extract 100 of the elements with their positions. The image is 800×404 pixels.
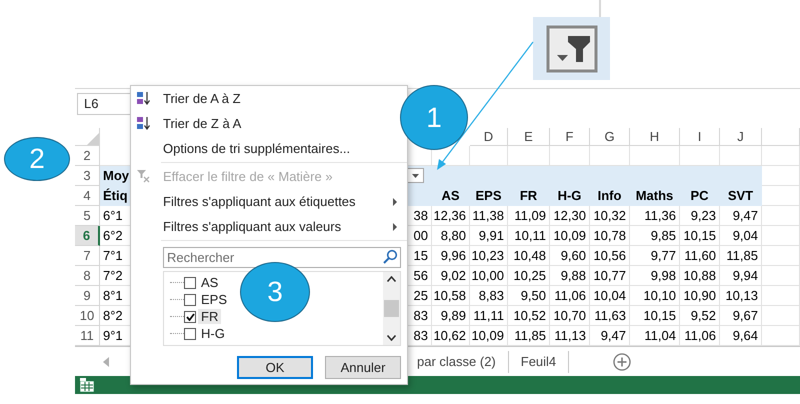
scrollbar-thumb[interactable] [384,300,399,317]
table-cell: Info [590,186,630,206]
table-cell: 10,23 [470,246,508,266]
table-cell: 11,38 [470,206,508,226]
table-cell: 10,48 [508,246,550,266]
table-cell: H-G [550,186,590,206]
menu-item[interactable]: Trier de A à Z [131,86,245,111]
column-header[interactable]: D [470,128,508,146]
row-header[interactable]: 8 [75,266,100,286]
table-cell: 9,60 [550,246,590,266]
table-cell [762,266,800,286]
row-header[interactable]: 3 [75,166,100,186]
table-cell: 10,04 [590,286,630,306]
table-cell [762,286,800,306]
table-cell: 9,04 [720,226,762,246]
submenu-arrow-icon [393,198,397,206]
table-cell: 12,30 [550,206,590,226]
filter-value[interactable]: H-G [198,326,228,341]
table-cell: 9,88 [550,266,590,286]
menu-item[interactable]: Trier de Z à A [131,111,246,136]
table-cell: 8,80 [432,226,470,246]
add-sheet-icon [613,352,632,370]
dialog-button[interactable]: OK [237,356,313,379]
table-cell: 9,91 [470,226,508,246]
row-header[interactable]: 2 [75,146,100,166]
sheet-tab[interactable]: Feuil4 [508,350,570,372]
search-field[interactable]: Rechercher [163,247,401,268]
table-cell: 10,58 [432,286,470,306]
scroll-down-icon [387,335,396,341]
table-cell: AS [432,186,470,206]
row-header[interactable]: 11 [75,326,100,346]
checkbox[interactable] [184,328,196,340]
table-cell: 9,02 [432,266,470,286]
table-cell: 9,52 [680,306,720,326]
table-cell [762,146,800,166]
filter-value[interactable]: EPS [198,292,230,307]
filter-dropdown-button[interactable] [407,168,424,183]
table-cell: 11,36 [630,206,680,226]
table-cell: 10,77 [590,266,630,286]
table-cell: 8,83 [470,286,508,306]
table-cell [762,206,800,226]
scroll-left-icon [103,356,109,366]
table-cell: 11,09 [508,206,550,226]
table-cell: SVT [720,186,762,206]
row-header[interactable]: 4 [75,186,100,206]
column-header[interactable]: I [680,128,720,146]
checkmark-icon [186,312,194,320]
row-header[interactable]: 6 [75,226,100,246]
column-header[interactable]: J [720,128,762,146]
filter-value[interactable]: FR [198,309,222,324]
scroll-up-icon [387,276,396,282]
sort-descending-icon [136,116,150,130]
table-cell: 9,89 [432,306,470,326]
row-header[interactable]: 7 [75,246,100,266]
table-cell: 9,23 [680,206,720,226]
table-cell: 10,13 [720,286,762,306]
checkbox[interactable] [184,310,196,322]
table-cell: 11,63 [590,306,630,326]
table-cell: 10,10 [630,286,680,306]
table-cell: 10,90 [680,286,720,306]
column-header[interactable]: G [590,128,630,146]
clear-filter-icon [136,169,150,183]
dropdown-arrow-icon [412,174,419,178]
column-header[interactable]: H [630,128,680,146]
table-cell: EPS [470,186,508,206]
callout-badge: 2 [4,137,70,181]
checkbox[interactable] [184,276,196,288]
column-header[interactable]: E [508,128,550,146]
submenu-arrow-icon [393,222,397,230]
table-cell: 10,78 [590,226,630,246]
search-icon [382,249,398,265]
checkbox[interactable] [184,294,196,306]
table-cell [762,186,800,206]
table-cell: 10,70 [550,306,590,326]
table-cell: 9,96 [432,246,470,266]
table-cell [762,246,800,266]
table-cell: 9,98 [630,266,680,286]
table-cell: 10,88 [680,266,720,286]
column-header[interactable]: F [550,128,590,146]
row-header[interactable]: 10 [75,306,100,326]
row-header[interactable]: 9 [75,286,100,306]
table-cell: 9,47 [720,206,762,226]
sort-ascending-icon [136,91,150,105]
table-cell: 10,15 [630,306,680,326]
table-cell [762,166,800,186]
table-cell: 10,09 [550,226,590,246]
table-cell: 10,56 [590,246,630,266]
dialog-button[interactable]: Annuler [325,356,401,379]
table-cell: 11,85 [720,246,762,266]
table-cell: 10,00 [470,266,508,286]
menu-item[interactable]: Options de tri supplémentaires... [131,136,354,161]
table-cell: 10,25 [508,266,550,286]
table-cell [762,306,800,326]
table-cell: 9,94 [720,266,762,286]
table-cell: FR [508,186,550,206]
scrollbar[interactable] [383,272,400,345]
row-header[interactable]: 5 [75,206,100,226]
table-cell [762,226,800,246]
table-cell: 10,32 [590,206,630,226]
table-cell: Maths [630,186,680,206]
